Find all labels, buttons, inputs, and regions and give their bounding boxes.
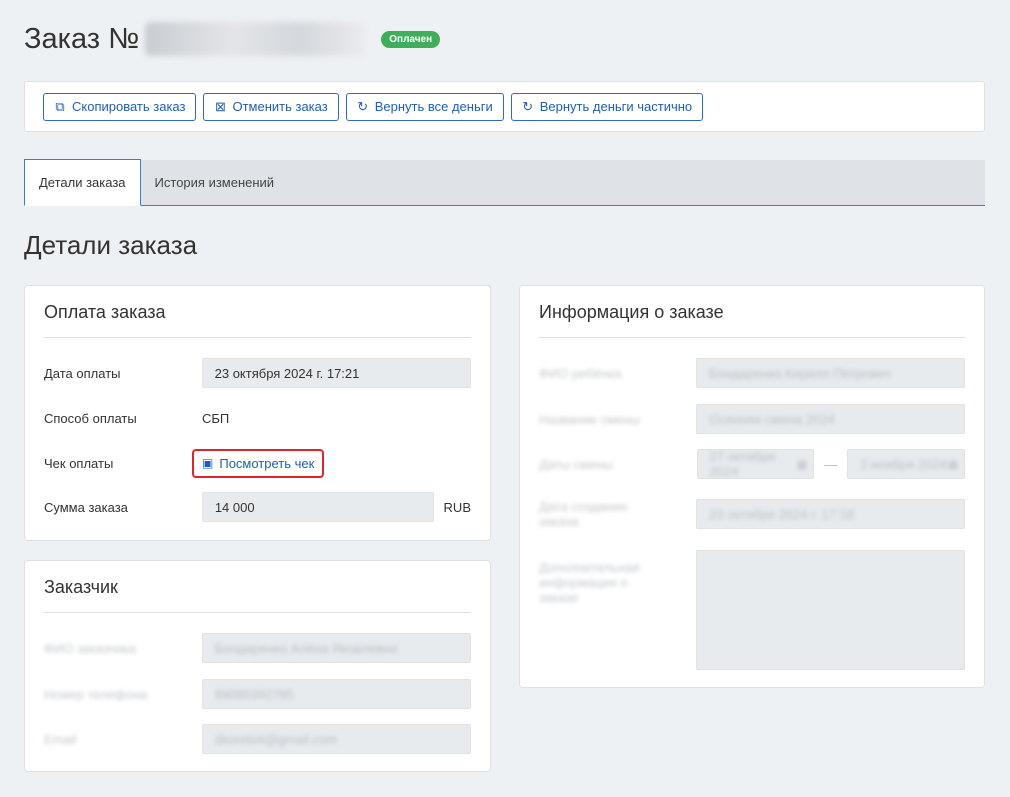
created-date-field[interactable]: 23 октября 2024 г. 17:18 [696, 499, 965, 529]
receipt-label: Чек оплаты [44, 455, 114, 471]
tab-change-history[interactable]: История изменений [141, 159, 289, 205]
order-info-card-title: Информация о заказе [539, 286, 965, 338]
shift-dates-label: Даты смены [539, 456, 613, 472]
calendar-icon: ▦ [796, 458, 808, 471]
payment-method-value: СБП [202, 410, 230, 426]
shift-dates-row: Даты смены 27 октября 2024 ▦ — 2 ноября … [539, 449, 965, 479]
customer-phone-label: Номер телефона [44, 686, 148, 702]
tab-bar: Детали заказа История изменений [24, 159, 985, 206]
child-name-label: ФИО ребёнка [539, 365, 622, 381]
order-info-card: Информация о заказе ФИО ребёнка Бондарен… [519, 285, 985, 688]
extra-info-label: Дополнительная информация о заказе [539, 560, 640, 605]
customer-phone-field[interactable]: 89080392765 [201, 679, 471, 709]
order-number-redacted [145, 22, 366, 56]
shift-name-label: Название смены [539, 411, 640, 427]
customer-card-title: Заказчик [44, 561, 471, 613]
currency-label: RUB [443, 499, 471, 515]
action-toolbar: ⧉ Скопировать заказ ⊠ Отменить заказ ↻ В… [24, 81, 985, 132]
calendar-icon: ▦ [947, 458, 958, 471]
refresh-icon: ↻ [522, 98, 534, 114]
payment-card: Оплата заказа Дата оплаты 23 октября 202… [24, 285, 491, 541]
cancel-order-label: Отменить заказ [232, 99, 328, 114]
refund-partial-label: Вернуть деньги частично [539, 99, 693, 114]
status-badge: Оплачен [381, 30, 441, 48]
section-title: Детали заказа [24, 230, 198, 260]
view-receipt-link[interactable]: ▣ Посмотреть чек [192, 448, 325, 478]
page-header: Заказ № Оплачен [24, 22, 441, 56]
payment-card-title: Оплата заказа [44, 286, 471, 338]
receipt-row: Чек оплаты ▣ Посмотреть чек [44, 448, 471, 478]
customer-name-label: ФИО заказчика [44, 640, 136, 656]
shift-name-field[interactable]: Осенняя смена 2024 [696, 404, 965, 434]
payment-method-label: Способ оплаты [44, 410, 137, 426]
extra-info-row: Дополнительная информация о заказе [539, 550, 965, 670]
refund-partial-button[interactable]: ↻ Вернуть деньги частично [510, 92, 704, 121]
refresh-icon: ↻ [357, 98, 369, 114]
cancel-icon: ⊠ [215, 98, 226, 114]
copy-icon: ⧉ [55, 98, 65, 114]
payment-date-row: Дата оплаты 23 октября 2024 г. 17:21 [44, 358, 471, 388]
payment-date-field[interactable]: 23 октября 2024 г. 17:21 [201, 358, 471, 388]
date-from-field[interactable]: 27 октября 2024 ▦ [696, 449, 815, 479]
date-to-field[interactable]: 2 ноября 2024 ▦ [847, 449, 965, 479]
created-date-row: Дата создания заказа 23 октября 2024 г. … [539, 496, 965, 532]
customer-card: Заказчик ФИО заказчика Бондаренко Алёна … [24, 560, 491, 772]
order-sum-label: Сумма заказа [44, 499, 128, 515]
payment-method-row: Способ оплаты СБП [44, 403, 471, 433]
order-sum-row: Сумма заказа 14 000 RUB [44, 492, 471, 522]
copy-order-button[interactable]: ⧉ Скопировать заказ [43, 92, 197, 121]
receipt-icon: ▣ [202, 456, 214, 470]
tab-order-details[interactable]: Детали заказа [24, 159, 141, 206]
created-date-label: Дата создания заказа [539, 499, 628, 529]
shift-name-row: Название смены Осенняя смена 2024 [539, 404, 965, 434]
customer-email-field[interactable]: dkorebi4@gmail.com [201, 724, 471, 754]
refund-all-label: Вернуть все деньги [374, 99, 493, 114]
child-name-row: ФИО ребёнка Бондаренко Кирилл Петрович [539, 358, 965, 388]
customer-name-row: ФИО заказчика Бондаренко Алёна Яковлевна [44, 633, 471, 663]
payment-date-label: Дата оплаты [44, 365, 121, 381]
date-range-separator: — [824, 456, 838, 472]
customer-email-row: Email dkorebi4@gmail.com [44, 724, 471, 754]
customer-phone-row: Номер телефона 89080392765 [44, 679, 471, 709]
cancel-order-button[interactable]: ⊠ Отменить заказ [203, 92, 339, 121]
order-sum-field[interactable]: 14 000 [201, 492, 434, 522]
customer-name-field[interactable]: Бондаренко Алёна Яковлевна [201, 633, 471, 663]
view-receipt-label: Посмотреть чек [219, 455, 315, 471]
child-name-field[interactable]: Бондаренко Кирилл Петрович [696, 358, 965, 388]
page-title: Заказ № [24, 22, 140, 55]
extra-info-textarea[interactable] [696, 550, 965, 670]
copy-order-label: Скопировать заказ [72, 99, 186, 114]
customer-email-label: Email [44, 731, 77, 747]
refund-all-button[interactable]: ↻ Вернуть все деньги [345, 92, 504, 121]
